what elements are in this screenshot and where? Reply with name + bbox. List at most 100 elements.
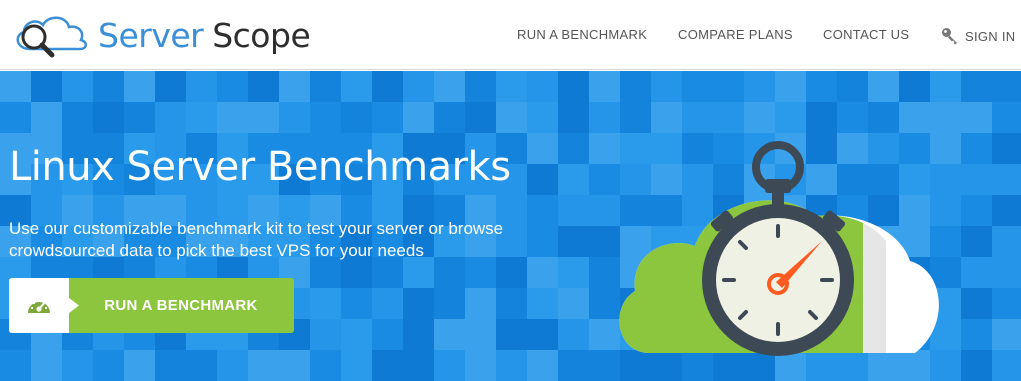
- mosaic-tile: [186, 71, 217, 102]
- magnifier-cloud-icon: [16, 16, 87, 58]
- mosaic-tile: [279, 102, 310, 133]
- mosaic-tile: [589, 102, 620, 133]
- mosaic-tile: [806, 102, 837, 133]
- mosaic-tile: [527, 164, 558, 195]
- mosaic-tile: [310, 350, 341, 381]
- mosaic-tile: [558, 288, 589, 319]
- mosaic-tile: [558, 71, 589, 102]
- mosaic-tile: [465, 319, 496, 350]
- mosaic-tile: [465, 288, 496, 319]
- run-benchmark-button[interactable]: RUN A BENCHMARK: [9, 278, 294, 333]
- mosaic-tile: [589, 71, 620, 102]
- mosaic-tile: [527, 102, 558, 133]
- mosaic-tile: [961, 164, 992, 195]
- mosaic-tile: [775, 102, 806, 133]
- mosaic-tile: [217, 350, 248, 381]
- mosaic-tile: [31, 350, 62, 381]
- mosaic-tile: [558, 257, 589, 288]
- mosaic-tile: [496, 288, 527, 319]
- mosaic-tile: [961, 288, 992, 319]
- mosaic-tile: [434, 71, 465, 102]
- mosaic-tile: [558, 319, 589, 350]
- cta-label: RUN A BENCHMARK: [104, 297, 258, 314]
- mosaic-tile: [961, 226, 992, 257]
- mosaic-tile: [837, 71, 868, 102]
- mosaic-tile: [403, 350, 434, 381]
- mosaic-tile: [930, 71, 961, 102]
- mosaic-tile: [248, 350, 279, 381]
- mosaic-tile: [992, 319, 1021, 350]
- mosaic-tile: [310, 319, 341, 350]
- mosaic-tile: [465, 102, 496, 133]
- mosaic-tile: [0, 102, 31, 133]
- logo-word-scope: Scope: [212, 16, 311, 55]
- mosaic-tile: [527, 133, 558, 164]
- mosaic-tile: [682, 71, 713, 102]
- mosaic-tile: [961, 257, 992, 288]
- mosaic-tile: [527, 226, 558, 257]
- mosaic-tile: [992, 164, 1021, 195]
- mosaic-tile: [992, 288, 1021, 319]
- nav-run-benchmark[interactable]: RUN A BENCHMARK: [517, 27, 647, 43]
- mosaic-tile: [31, 102, 62, 133]
- mosaic-tile: [992, 350, 1021, 381]
- mosaic-tile: [310, 102, 341, 133]
- mosaic-tile: [310, 71, 341, 102]
- mosaic-tile: [961, 102, 992, 133]
- cta-notch: [69, 278, 79, 333]
- mosaic-tile: [713, 102, 744, 133]
- mosaic-tile: [217, 71, 248, 102]
- mosaic-tile: [496, 350, 527, 381]
- mosaic-tile: [558, 226, 589, 257]
- mosaic-tile: [248, 71, 279, 102]
- mosaic-tile: [744, 71, 775, 102]
- mosaic-tile: [217, 102, 248, 133]
- mosaic-tile: [837, 102, 868, 133]
- mosaic-tile: [341, 71, 372, 102]
- mosaic-tile: [558, 102, 589, 133]
- mosaic-tile: [403, 288, 434, 319]
- mosaic-tile: [651, 102, 682, 133]
- site-logo[interactable]: Server Scope: [8, 9, 311, 61]
- mosaic-tile: [372, 102, 403, 133]
- mosaic-tile: [713, 71, 744, 102]
- mosaic-tile: [31, 71, 62, 102]
- mosaic-tile: [961, 319, 992, 350]
- mosaic-tile: [279, 71, 310, 102]
- mosaic-tile: [341, 350, 372, 381]
- nav-contact-us[interactable]: CONTACT US: [823, 27, 909, 43]
- mosaic-tile: [465, 71, 496, 102]
- mosaic-tile: [527, 195, 558, 226]
- mosaic-tile: [651, 71, 682, 102]
- stopwatch-cloud-icon: [619, 141, 939, 356]
- mosaic-tile: [682, 102, 713, 133]
- mosaic-tile: [992, 195, 1021, 226]
- mosaic-tile: [620, 71, 651, 102]
- mosaic-tile: [527, 257, 558, 288]
- mosaic-tile: [341, 102, 372, 133]
- mosaic-tile: [434, 288, 465, 319]
- mosaic-tile: [93, 350, 124, 381]
- mosaic-tile: [961, 71, 992, 102]
- mosaic-tile: [310, 288, 341, 319]
- mosaic-tile: [496, 102, 527, 133]
- mosaic-tile: [62, 102, 93, 133]
- sign-in-label: SIGN IN: [965, 29, 1016, 44]
- hero-title: Linux Server Benchmarks: [9, 144, 511, 190]
- mosaic-tile: [248, 102, 279, 133]
- mosaic-tile: [992, 226, 1021, 257]
- mosaic-tile: [992, 102, 1021, 133]
- nav-sign-in[interactable]: SIGN IN: [941, 27, 1016, 45]
- mosaic-tile: [279, 350, 310, 381]
- mosaic-tile: [124, 71, 155, 102]
- cta-icon-box: [9, 278, 69, 333]
- mosaic-tile: [93, 71, 124, 102]
- nav-compare-plans[interactable]: COMPARE PLANS: [678, 27, 793, 43]
- site-header: Server Scope RUN A BENCHMARK COMPARE PLAN…: [0, 0, 1021, 70]
- mosaic-tile: [155, 102, 186, 133]
- hero-subtitle-line-2: crowdsourced data to pick the best VPS f…: [9, 241, 424, 260]
- mosaic-tile: [372, 350, 403, 381]
- speedometer-icon: [28, 299, 50, 313]
- mosaic-tile: [961, 133, 992, 164]
- mosaic-tile: [0, 71, 31, 102]
